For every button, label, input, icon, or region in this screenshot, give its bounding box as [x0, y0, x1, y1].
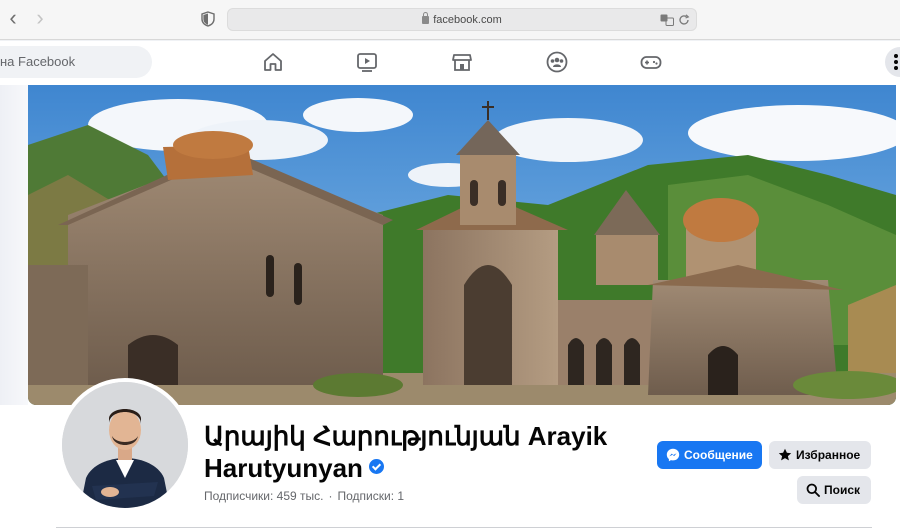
verified-badge-icon: [368, 459, 384, 474]
search-input[interactable]: на Facebook: [0, 46, 152, 78]
chevron-right-icon[interactable]: ›: [30, 7, 50, 29]
followers-count[interactable]: Подписчики: 459 тыс.: [204, 489, 324, 503]
watch-icon[interactable]: [356, 51, 378, 73]
gaming-icon[interactable]: [640, 51, 662, 73]
lock-icon: [422, 12, 430, 24]
search-button-label: Поиск: [824, 483, 861, 497]
profile-search-button[interactable]: Поиск: [797, 476, 871, 504]
groups-icon[interactable]: [546, 51, 568, 73]
profile-stats: Подписчики: 459 тыс. · Подписки: 1: [204, 489, 404, 503]
translate-icon[interactable]: [660, 14, 674, 26]
messenger-icon: [666, 448, 680, 462]
divider: [56, 527, 872, 528]
message-button[interactable]: Сообщение: [657, 441, 762, 469]
message-button-label: Сообщение: [684, 448, 753, 462]
star-icon: [778, 448, 792, 461]
favorites-button[interactable]: Избранное: [769, 441, 871, 469]
address-bar[interactable]: facebook.com: [227, 8, 697, 31]
profile-avatar[interactable]: [58, 378, 192, 512]
search-icon: [806, 483, 820, 497]
profile-name: Արայիկ Հարությունյան Arayik Harutyunyan: [204, 420, 644, 484]
home-icon[interactable]: [262, 51, 284, 73]
monastery-cover-image: [28, 85, 896, 405]
menu-dots-icon[interactable]: [885, 47, 900, 77]
left-edge: [0, 85, 28, 405]
profile-name-text: Արայիկ Հարությունյան Arayik Harutyunyan: [204, 421, 608, 483]
marketplace-icon[interactable]: [451, 51, 473, 73]
stats-separator: ·: [328, 489, 333, 503]
reload-icon[interactable]: [678, 14, 690, 26]
avatar-photo: [62, 382, 188, 508]
browser-toolbar: ‹ › facebook.com: [0, 0, 900, 40]
favorites-button-label: Избранное: [796, 448, 861, 462]
following-count[interactable]: Подписки: 1: [338, 489, 405, 503]
cover-photo[interactable]: [28, 85, 896, 405]
facebook-top-bar: на Facebook: [0, 41, 900, 85]
url-text: facebook.com: [433, 14, 502, 26]
search-placeholder: на Facebook: [0, 54, 76, 69]
shield-icon[interactable]: [201, 11, 215, 27]
chevron-left-icon[interactable]: ‹: [3, 7, 23, 29]
